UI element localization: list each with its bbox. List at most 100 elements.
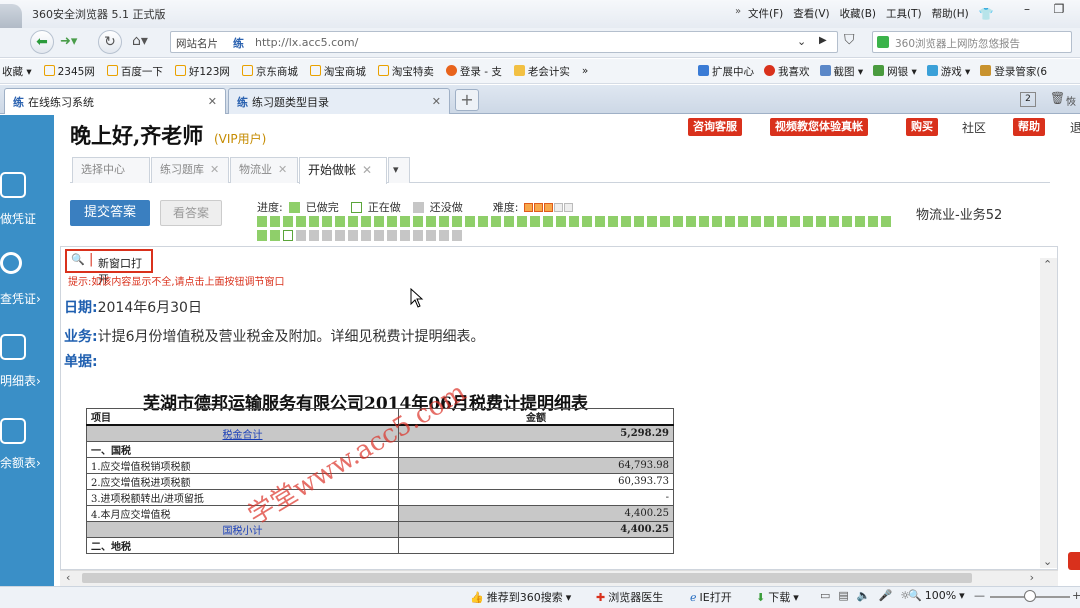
progress-cell[interactable] xyxy=(270,230,280,241)
progress-cell[interactable] xyxy=(322,216,332,227)
bookmark-item[interactable]: 淘宝商城 xyxy=(309,64,366,79)
menu-favorites[interactable]: 收藏(B) xyxy=(840,6,876,21)
menu-view[interactable]: 查看(V) xyxy=(793,6,829,21)
progress-cell[interactable] xyxy=(595,216,605,227)
progress-cell[interactable] xyxy=(543,216,553,227)
progress-cell[interactable] xyxy=(283,216,293,227)
bookmarks-more-icon[interactable]: » xyxy=(582,65,588,77)
progress-cell[interactable] xyxy=(517,216,527,227)
progress-cell[interactable] xyxy=(361,216,371,227)
progress-cell[interactable] xyxy=(764,216,774,227)
restore-icon[interactable]: ❐ xyxy=(1048,2,1070,20)
bookmark-item[interactable]: 京东商城 xyxy=(241,64,298,79)
customer-service-button[interactable]: 咨询客服 xyxy=(688,118,742,136)
view-answer-button[interactable]: 看答案 xyxy=(160,200,222,226)
close-icon[interactable]: ✕ xyxy=(278,163,287,176)
vertical-scrollbar[interactable]: ⌃ ⌄ xyxy=(1040,258,1057,568)
ebank-button[interactable]: 网银 ▾ xyxy=(873,64,917,79)
progress-cell[interactable] xyxy=(868,216,878,227)
progress-cell[interactable] xyxy=(426,230,436,241)
games-button[interactable]: 游戏 ▾ xyxy=(926,64,970,79)
progress-cell[interactable] xyxy=(296,230,306,241)
url-box[interactable]: 网站名片 练 http://lx.acc5.com/ ⌄ ▶ xyxy=(170,31,838,53)
sidebar-item-balance-table[interactable]: 余额表› xyxy=(0,414,54,480)
progress-cell[interactable] xyxy=(699,216,709,227)
horizontal-scroll-thumb[interactable] xyxy=(82,573,972,583)
help-button[interactable]: 帮助 xyxy=(1013,118,1045,136)
bookmark-favorites[interactable]: 收藏 ▾ xyxy=(2,64,32,79)
bookmark-item[interactable]: 2345网 xyxy=(43,64,95,79)
search-input[interactable]: 360浏览器上网防忽悠报告 xyxy=(895,36,1020,51)
scroll-down-icon[interactable]: ⌄ xyxy=(1043,555,1052,568)
menu-file[interactable]: 文件(F) xyxy=(748,6,783,21)
video-demo-button[interactable]: 视频教您体验真帐 xyxy=(770,118,868,136)
progress-cell[interactable] xyxy=(439,230,449,241)
progress-cell[interactable] xyxy=(452,216,462,227)
extensions-button[interactable]: 扩展中心 xyxy=(698,64,754,79)
buy-button[interactable]: 购买 xyxy=(906,118,938,136)
screenshot-button[interactable]: 截图 ▾ xyxy=(819,64,863,79)
menu-chevron-icon[interactable]: » xyxy=(735,6,741,17)
recommend-360-button[interactable]: 👍 推荐到360搜索 ▾ xyxy=(470,589,571,605)
tab-selection-center[interactable]: 选择中心 xyxy=(72,157,150,183)
close-icon[interactable]: ✕ xyxy=(362,163,372,177)
progress-cell[interactable] xyxy=(634,216,644,227)
ie-open-button[interactable]: ℯ IE打开 xyxy=(690,589,732,605)
progress-cell[interactable] xyxy=(348,230,358,241)
progress-cell[interactable] xyxy=(270,216,280,227)
progress-cell[interactable] xyxy=(426,216,436,227)
zoom-slider-thumb[interactable] xyxy=(1024,590,1036,602)
progress-cell[interactable] xyxy=(647,216,657,227)
tab-count-badge[interactable]: 2 xyxy=(1020,92,1036,107)
close-tab-icon[interactable]: ✕ xyxy=(432,95,441,108)
progress-cell[interactable] xyxy=(608,216,618,227)
minimize-icon[interactable]: – xyxy=(1016,2,1038,20)
favorites-like-button[interactable]: 我喜欢 xyxy=(764,64,810,79)
forward-button[interactable]: ➜▾ xyxy=(60,34,77,49)
volume-icon[interactable]: 🔈 xyxy=(857,589,871,602)
progress-cell[interactable] xyxy=(686,216,696,227)
sites-label[interactable]: 网站名片 xyxy=(176,36,218,51)
progress-cell[interactable] xyxy=(374,230,384,241)
progress-cell[interactable] xyxy=(374,216,384,227)
sidebar-item-make-voucher[interactable]: 做凭证 xyxy=(0,168,54,234)
progress-cell[interactable] xyxy=(257,230,267,241)
bookmark-item[interactable]: 百度一下 xyxy=(106,64,163,79)
new-window-button[interactable]: 🔍 | 新窗口打开 xyxy=(65,249,153,286)
submit-answer-button[interactable]: 提交答案 xyxy=(70,200,150,226)
search-box[interactable]: 360浏览器上网防忽悠报告 xyxy=(872,31,1072,53)
progress-cell[interactable] xyxy=(855,216,865,227)
zoom-control[interactable]: 🔍 100% ▾ xyxy=(908,589,965,602)
progress-cell[interactable] xyxy=(790,216,800,227)
progress-cell[interactable] xyxy=(387,230,397,241)
progress-cell[interactable] xyxy=(400,216,410,227)
go-icon[interactable]: ▶ xyxy=(819,35,827,46)
new-tab-button[interactable]: + xyxy=(455,89,479,111)
progress-cell[interactable] xyxy=(803,216,813,227)
refresh-button[interactable]: ↻ xyxy=(98,30,122,54)
progress-cell[interactable] xyxy=(881,216,891,227)
progress-cell[interactable] xyxy=(309,230,319,241)
sidebar-item-detail-table[interactable]: 明细表› xyxy=(0,332,54,398)
home-button[interactable]: ⌂▾ xyxy=(132,33,148,49)
progress-cell[interactable] xyxy=(257,216,267,227)
exit-link[interactable]: 退 xyxy=(1070,119,1080,136)
mic-icon[interactable]: 🎤 xyxy=(879,589,893,602)
url-dropdown-icon[interactable]: ⌄ xyxy=(797,35,806,48)
bookmark-item[interactable]: 好123网 xyxy=(174,64,230,79)
bookmark-item[interactable]: 淘宝特卖 xyxy=(377,64,434,79)
progress-cell[interactable] xyxy=(400,230,410,241)
progress-cell[interactable] xyxy=(504,216,514,227)
progress-cell[interactable] xyxy=(569,216,579,227)
progress-cell[interactable] xyxy=(738,216,748,227)
progress-cell[interactable] xyxy=(530,216,540,227)
progress-cell[interactable] xyxy=(556,216,566,227)
zoom-out-icon[interactable]: — xyxy=(974,589,985,602)
tab-start-bookkeeping[interactable]: 开始做帐 ✕ xyxy=(299,157,387,184)
progress-cell[interactable] xyxy=(725,216,735,227)
url-text[interactable]: http://lx.acc5.com/ xyxy=(255,36,358,49)
trash-icon[interactable]: 🗑 xyxy=(1050,91,1065,105)
skin-icon[interactable]: 👕 xyxy=(979,7,994,21)
progress-cell[interactable] xyxy=(387,216,397,227)
progress-cell[interactable] xyxy=(361,230,371,241)
